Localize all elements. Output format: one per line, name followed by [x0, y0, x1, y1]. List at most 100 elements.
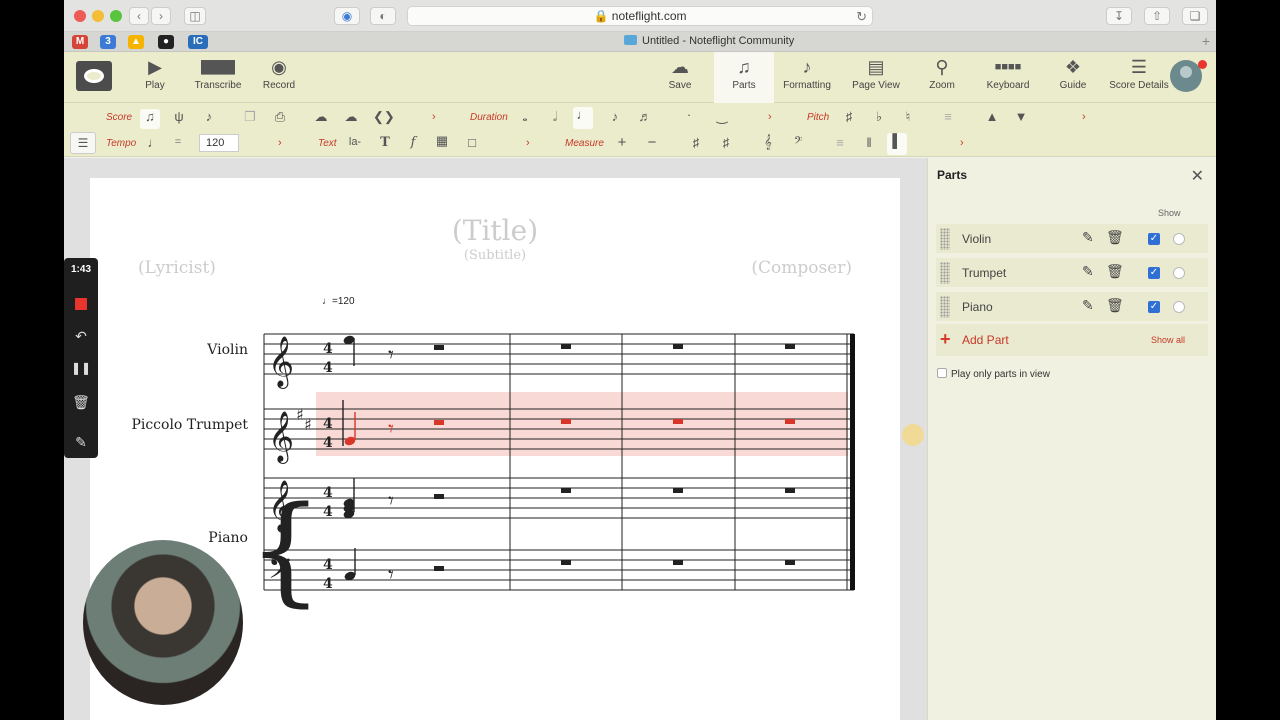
show-checkbox[interactable]: ✓: [1148, 301, 1160, 313]
address-bar[interactable]: 🔒 noteflight.com ↻: [407, 6, 873, 26]
copy-icon[interactable]: ❐: [240, 109, 260, 125]
solo-radio[interactable]: [1173, 233, 1185, 245]
code-file-icon[interactable]: ❮❯: [373, 109, 395, 125]
double-barline-icon[interactable]: ‖: [859, 135, 879, 150]
piano-bass-whole-rest-3[interactable]: [673, 560, 683, 565]
show-all-link[interactable]: Show all: [1151, 335, 1185, 345]
piano-treble-whole-rest-4[interactable]: [785, 488, 795, 493]
trumpet-quarter-rest[interactable]: 𝄾: [388, 417, 394, 442]
palette-menu-icon[interactable]: ☰: [70, 132, 96, 154]
back-icon[interactable]: ‹: [129, 7, 149, 25]
show-checkbox[interactable]: ✓: [1148, 267, 1160, 279]
sixteenth-note-icon[interactable]: ♬: [635, 109, 655, 124]
score-details-button[interactable]: ☰ Score Details: [1108, 52, 1170, 103]
undo-icon[interactable]: ↶: [64, 328, 98, 345]
tie-icon[interactable]: ‿: [712, 109, 732, 125]
save-button[interactable]: ☁ Save: [650, 52, 710, 103]
download-icon[interactable]: ↧: [1106, 7, 1132, 25]
forward-icon[interactable]: ›: [151, 7, 171, 25]
eighth-note-icon[interactable]: ♪: [605, 109, 625, 124]
play-only-option[interactable]: Play only parts in view: [937, 368, 1050, 380]
tuning-fork-icon[interactable]: ψ: [169, 109, 189, 124]
piano-bass-whole-rest-2[interactable]: [561, 560, 571, 565]
show-checkbox[interactable]: ✓: [1148, 233, 1160, 245]
pitch-up-icon[interactable]: ▲: [982, 109, 1002, 124]
part-row-violin[interactable]: Violin ✎ 🗑 ✓: [936, 224, 1208, 254]
pen-icon[interactable]: ✎: [64, 434, 98, 451]
drag-handle-icon[interactable]: [940, 228, 950, 250]
violin-quarter-rest[interactable]: 𝄾: [388, 343, 394, 368]
plus-icon[interactable]: +: [940, 329, 951, 350]
hat-icon[interactable]: ●: [158, 35, 174, 49]
cloud-upload-icon[interactable]: ☁: [311, 109, 331, 125]
pencil-icon[interactable]: ✎: [1082, 297, 1094, 314]
gmail-icon[interactable]: M: [72, 35, 88, 49]
drive-icon[interactable]: ▲: [128, 35, 144, 49]
sharp-icon[interactable]: ♯: [839, 109, 859, 124]
trumpet-half-rest[interactable]: [434, 420, 444, 425]
reload-icon[interactable]: ↻: [856, 8, 867, 26]
tempo-expand-icon[interactable]: ›: [278, 137, 282, 149]
sidebar-icon[interactable]: ◫: [184, 7, 206, 25]
new-tab-icon[interactable]: +: [1202, 33, 1210, 49]
piano-treble-whole-rest-2[interactable]: [561, 488, 571, 493]
close-icon[interactable]: ✕: [1191, 166, 1204, 186]
piano-bass-half-rest[interactable]: [434, 566, 444, 571]
pause-icon[interactable]: ❚❚: [64, 361, 98, 375]
shield-icon[interactable]: ◐: [370, 7, 396, 25]
minimize-window-button[interactable]: [92, 10, 104, 22]
music-sheet-icon[interactable]: ♪: [199, 109, 219, 124]
trash-icon[interactable]: 🗑: [1106, 263, 1124, 280]
trumpet-whole-rest-4[interactable]: [785, 419, 795, 424]
active-tab[interactable]: Untitled - Noteflight Community: [624, 35, 794, 47]
trash-icon[interactable]: 🗑: [1106, 297, 1124, 314]
pitch-down-icon[interactable]: ▼: [1011, 109, 1031, 124]
tempo-input[interactable]: 120: [199, 134, 239, 152]
natural-icon[interactable]: ♮: [898, 109, 918, 125]
chord-grid-icon[interactable]: ▦: [432, 133, 452, 149]
duration-expand-icon[interactable]: ›: [768, 111, 772, 123]
piano-treble-quarter-rest[interactable]: 𝄾: [388, 489, 394, 514]
password-icon[interactable]: ◉: [334, 7, 360, 25]
measure-expand-icon[interactable]: ›: [960, 137, 964, 149]
drag-handle-icon[interactable]: [940, 262, 950, 284]
violin-whole-rest-4[interactable]: [785, 344, 795, 349]
guitar-icon[interactable]: ♫: [140, 109, 160, 129]
dot-icon[interactable]: ·: [679, 107, 699, 122]
final-barline-icon[interactable]: ▌: [887, 133, 907, 155]
cloud-download-icon[interactable]: ☁: [341, 109, 361, 125]
calendar-favicon[interactable]: 3: [100, 35, 116, 49]
text-expand-icon[interactable]: ›: [526, 137, 530, 149]
piano-bass-quarter-rest[interactable]: 𝄾: [388, 563, 394, 588]
maximize-window-button[interactable]: [110, 10, 122, 22]
parts-button[interactable]: ♫ Parts: [714, 52, 774, 103]
text-icon[interactable]: T: [375, 135, 395, 150]
keyboard-button[interactable]: ■■■■ Keyboard: [978, 52, 1038, 103]
piano-bass-whole-rest-4[interactable]: [785, 560, 795, 565]
score-expand-icon[interactable]: ›: [432, 111, 436, 123]
solo-radio[interactable]: [1173, 267, 1185, 279]
time-signature-icon[interactable]: ♯: [686, 135, 706, 150]
bass-clef-icon[interactable]: 𝄢: [788, 134, 808, 150]
pitch-expand-icon[interactable]: ›: [1082, 111, 1086, 123]
treble-clef-icon[interactable]: 𝄞: [758, 134, 778, 150]
lyric-icon[interactable]: la-: [345, 136, 365, 148]
half-note-icon[interactable]: 𝅗𝅥: [545, 109, 565, 125]
violin-whole-rest-2[interactable]: [561, 344, 571, 349]
whole-note-icon[interactable]: 𝅝: [515, 109, 535, 125]
add-measure-icon[interactable]: +: [612, 134, 632, 151]
solo-radio[interactable]: [1173, 301, 1185, 313]
violin-whole-rest-3[interactable]: [673, 344, 683, 349]
page-view-button[interactable]: ▤ Page View: [846, 52, 906, 103]
rehearsal-mark-icon[interactable]: □: [462, 135, 482, 150]
part-row-trumpet[interactable]: Trumpet ✎ 🗑 ✓: [936, 258, 1208, 288]
trash-icon[interactable]: 🗑: [1106, 229, 1124, 246]
piano-treble-whole-rest-3[interactable]: [673, 488, 683, 493]
print-icon[interactable]: ⎙: [270, 109, 290, 125]
trash-icon[interactable]: 🗑: [64, 394, 98, 411]
enharmonic-icon[interactable]: ≡: [938, 109, 958, 124]
drag-handle-icon[interactable]: [940, 296, 950, 318]
formatting-button[interactable]: ♪ Formatting: [777, 52, 837, 103]
close-window-button[interactable]: [74, 10, 86, 22]
key-signature-icon[interactable]: ♯: [716, 135, 736, 150]
